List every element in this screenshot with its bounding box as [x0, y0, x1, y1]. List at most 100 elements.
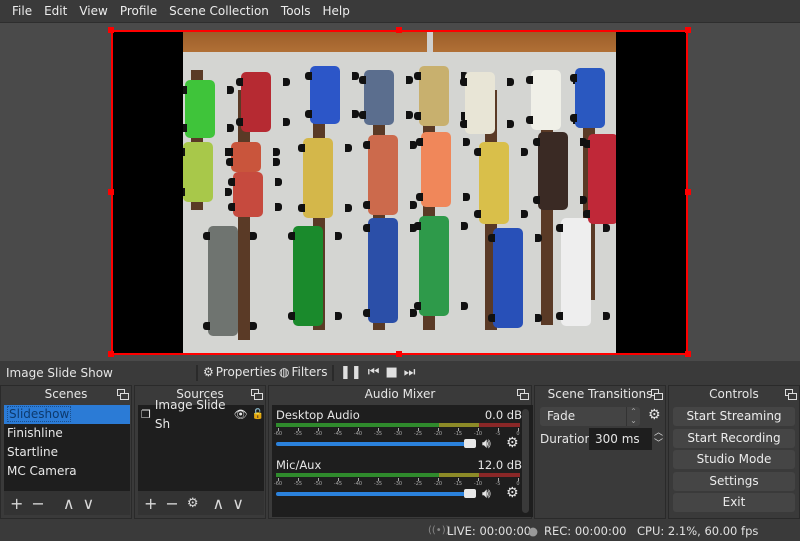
scene-transitions-title: Scene Transitions	[535, 386, 665, 403]
cpu-fps: CPU: 2.1%, 60.00 fps	[637, 524, 759, 538]
car	[183, 80, 234, 138]
menu-profile[interactable]: Profile	[114, 0, 163, 22]
speaker-icon[interactable]: 🔊︎	[482, 486, 491, 502]
meter-tick-label: -15	[453, 431, 463, 437]
stop-icon[interactable]: ■	[386, 365, 398, 380]
menu-file[interactable]: File	[6, 0, 38, 22]
media-controls: ❚❚ ⏮ ■ ⏭	[340, 365, 416, 380]
add-icon[interactable]: +	[10, 494, 23, 513]
menu-edit[interactable]: Edit	[38, 0, 73, 22]
resize-handle[interactable]	[108, 351, 114, 357]
scenes-toolbar: + − ∧ ∨	[4, 491, 130, 515]
previous-icon[interactable]: ⏮	[368, 365, 380, 380]
scene-item[interactable]: Startline	[4, 443, 130, 462]
properties-button[interactable]: ⚙ Properties	[203, 365, 276, 379]
meter-tick-label: -10	[473, 431, 483, 437]
controls-dock: Controls Start Streaming Start Recording…	[668, 385, 800, 519]
chevron-down-icon[interactable]: ﹀	[652, 439, 665, 450]
audio-mixer-title: Audio Mixer	[269, 386, 531, 403]
mixer-scrollbar[interactable]	[522, 409, 529, 513]
meter-tick-label: -30	[393, 431, 403, 437]
divider	[332, 365, 334, 381]
car	[488, 228, 542, 328]
lock-icon[interactable]: 🔓	[252, 405, 264, 424]
start-streaming-button[interactable]: Start Streaming	[673, 407, 795, 426]
scenes-title: Scenes	[1, 386, 131, 403]
scene-item[interactable]: Slideshow	[4, 405, 130, 424]
car	[226, 142, 280, 172]
meter-tick-label: -40	[353, 431, 363, 437]
select-arrows-icon: ⌃ ⌄	[626, 407, 640, 426]
volume-slider-handle[interactable]	[464, 489, 476, 498]
move-up-icon[interactable]: ∧	[63, 494, 75, 513]
channel-level: 12.0 dB	[477, 458, 522, 472]
eye-icon[interactable]: 👁	[234, 405, 248, 424]
scene-item[interactable]: MC Camera	[4, 462, 130, 481]
resize-handle[interactable]	[108, 27, 114, 33]
resize-handle[interactable]	[685, 27, 691, 33]
menu-scene-collection[interactable]: Scene Collection	[163, 0, 275, 22]
volume-slider-handle[interactable]	[464, 439, 476, 448]
car	[570, 68, 616, 128]
speaker-icon[interactable]: 🔊︎	[482, 436, 491, 452]
car	[460, 72, 514, 134]
gear-icon[interactable]: ⚙	[506, 435, 519, 451]
exit-button[interactable]: Exit	[673, 493, 795, 512]
gear-icon: ⚙	[203, 365, 214, 379]
duration-spinner[interactable]: ︿ ﹀	[652, 428, 665, 450]
menu-help[interactable]: Help	[316, 0, 355, 22]
volume-slider[interactable]	[276, 492, 476, 496]
remove-icon[interactable]: −	[31, 494, 44, 513]
preview-area[interactable]	[0, 22, 800, 361]
source-item[interactable]: ❐ Image Slide Sh 👁 🔓	[138, 398, 264, 431]
car	[236, 72, 290, 132]
gear-icon[interactable]: ⚙	[648, 407, 661, 423]
chevron-up-icon[interactable]: ︿	[652, 428, 665, 439]
resize-handle[interactable]	[396, 351, 402, 357]
undock-icon[interactable]	[785, 389, 797, 400]
car	[556, 218, 610, 326]
car	[363, 218, 417, 323]
filters-button[interactable]: ◍ Filters	[279, 365, 327, 379]
move-down-icon[interactable]: ∨	[83, 494, 95, 513]
source-toolbar: Image Slide Show ⚙ Properties ◍ Filters …	[0, 361, 800, 385]
meter-tick-label: -45	[333, 481, 343, 487]
gear-icon[interactable]: ⚙	[187, 496, 199, 511]
car	[474, 142, 528, 224]
meter-tick-label: -20	[433, 481, 443, 487]
settings-button[interactable]: Settings	[673, 472, 795, 491]
output-canvas[interactable]	[111, 30, 688, 355]
add-icon[interactable]: +	[144, 494, 157, 513]
photo-floor	[183, 30, 616, 52]
scene-item[interactable]: Finishline	[4, 424, 130, 443]
meter-tick-label: -25	[413, 481, 423, 487]
move-down-icon[interactable]: ∨	[232, 494, 244, 513]
undock-icon[interactable]	[651, 389, 663, 400]
undock-icon[interactable]	[517, 389, 529, 400]
volume-slider[interactable]	[276, 442, 476, 446]
studio-mode-button[interactable]: Studio Mode	[673, 450, 795, 469]
meter-tick-label: -5	[495, 431, 501, 437]
meter-tick-label: -50	[313, 431, 323, 437]
undock-icon[interactable]	[117, 389, 129, 400]
next-icon[interactable]: ⏭	[404, 365, 416, 380]
resize-handle[interactable]	[396, 27, 402, 33]
remove-icon[interactable]: −	[165, 494, 178, 513]
resize-handle[interactable]	[685, 351, 691, 357]
car	[359, 70, 413, 125]
resize-handle[interactable]	[108, 189, 114, 195]
move-up-icon[interactable]: ∧	[212, 494, 224, 513]
menu-view[interactable]: View	[73, 0, 113, 22]
undock-icon[interactable]	[251, 389, 263, 400]
meter-tick-label: -60	[273, 431, 283, 437]
divider	[196, 365, 198, 381]
transition-select[interactable]: Fade ⌃ ⌄	[540, 407, 640, 426]
pause-icon[interactable]: ❚❚	[340, 365, 362, 380]
scene-transitions-dock: Scene Transitions Fade ⌃ ⌄ ⚙ Duration 300…	[534, 385, 666, 519]
start-recording-button[interactable]: Start Recording	[673, 429, 795, 448]
meter-tick-label: -35	[373, 431, 383, 437]
menu-tools[interactable]: Tools	[275, 0, 317, 22]
duration-input[interactable]: 300 ms	[589, 428, 652, 450]
resize-handle[interactable]	[685, 189, 691, 195]
gear-icon[interactable]: ⚙	[506, 485, 519, 501]
